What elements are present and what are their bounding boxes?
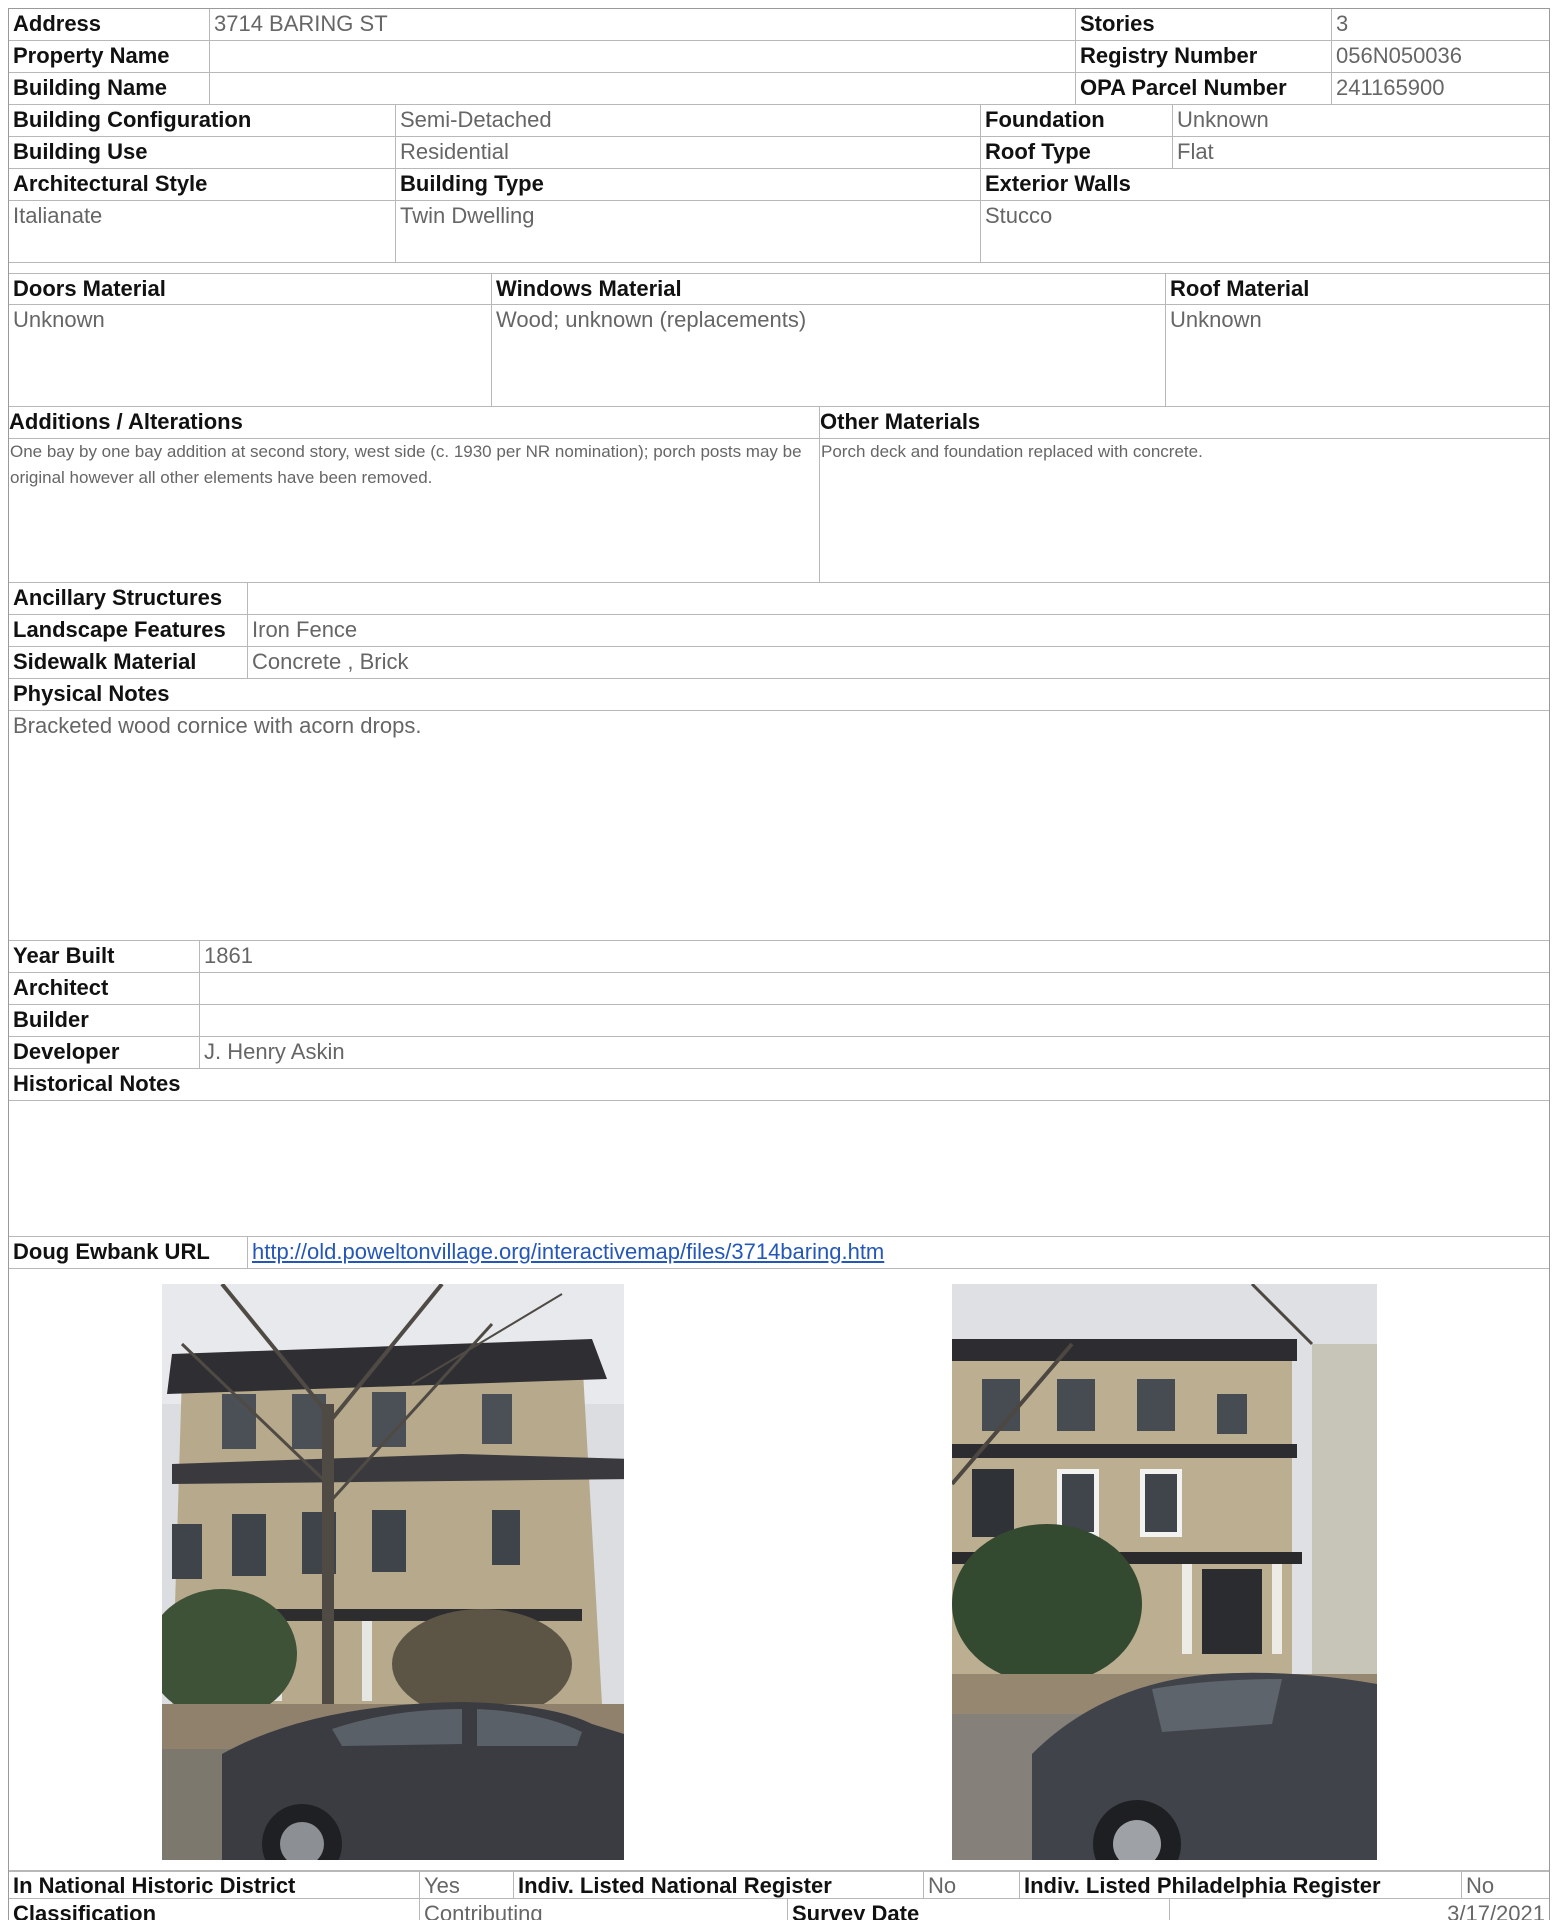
additions-label: Additions / Alterations — [9, 409, 243, 434]
physical-notes-label: Physical Notes — [13, 681, 170, 706]
row-style-labels: Architectural Style Building Type Exteri… — [9, 169, 1549, 201]
sidewalk-material-label: Sidewalk Material — [13, 649, 197, 674]
philadelphia-register-value: No — [1461, 1872, 1549, 1898]
building-name-label: Building Name — [13, 75, 168, 100]
foundation-label: Foundation — [980, 105, 1172, 136]
building-photo-front-right — [952, 1284, 1377, 1860]
roof-type-label: Roof Type — [980, 137, 1172, 168]
building-use-label: Building Use — [13, 139, 148, 164]
windows-material-value: Wood; unknown (replacements) — [491, 305, 1165, 406]
additions-value: One bay by one bay addition at second st… — [10, 442, 802, 487]
row-additions-values: One bay by one bay addition at second st… — [9, 439, 1549, 583]
roof-material-label: Roof Material — [1165, 274, 1549, 304]
historical-notes-value — [9, 1101, 1549, 1236]
row-building-name: Building Name OPA Parcel Number 24116590… — [9, 73, 1549, 105]
stories-label: Stories — [1075, 9, 1331, 40]
row-historical-notes-value — [9, 1101, 1549, 1237]
year-built-label: Year Built — [13, 943, 115, 968]
doors-material-label: Doors Material — [13, 276, 166, 301]
property-name-value — [209, 41, 1075, 72]
row-ewbank-url: Doug Ewbank URL http://old.poweltonvilla… — [9, 1237, 1549, 1269]
opa-parcel-label: OPA Parcel Number — [1075, 73, 1331, 104]
architect-value — [199, 973, 1549, 1004]
roof-type-value: Flat — [1172, 137, 1549, 168]
registry-number-value: 056N050036 — [1331, 41, 1549, 72]
national-district-label: In National Historic District — [13, 1873, 296, 1898]
architectural-style-value: Italianate — [13, 203, 103, 228]
row-developer: Developer J. Henry Askin — [9, 1037, 1549, 1069]
builder-value — [199, 1005, 1549, 1036]
classification-value: Contributing — [419, 1899, 787, 1920]
row-building-configuration: Building Configuration Semi-Detached Fou… — [9, 105, 1549, 137]
row-physical-notes-value: Bracketed wood cornice with acorn drops. — [9, 711, 1549, 941]
building-type-label: Building Type — [395, 169, 980, 200]
row-year-built: Year Built 1861 — [9, 941, 1549, 973]
architect-label: Architect — [13, 975, 109, 1000]
building-configuration-label: Building Configuration — [13, 107, 252, 132]
property-name-label: Property Name — [13, 43, 170, 68]
national-register-value: No — [923, 1872, 1019, 1898]
classification-label: Classification — [13, 1901, 157, 1920]
building-type-value: Twin Dwelling — [395, 201, 980, 262]
roof-material-value: Unknown — [1165, 305, 1549, 406]
row-material-values: Unknown Wood; unknown (replacements) Unk… — [9, 305, 1549, 407]
row-property-name: Property Name Registry Number 056N050036 — [9, 41, 1549, 73]
address-value: 3714 BARING ST — [209, 9, 1075, 40]
windows-material-label: Windows Material — [491, 274, 1165, 304]
row-historical-notes-label: Historical Notes — [9, 1069, 1549, 1101]
row-classification: Classification Contributing Survey Date … — [9, 1899, 1549, 1920]
row-physical-notes-label: Physical Notes — [9, 679, 1549, 711]
row-address: Address 3714 BARING ST Stories 3 — [9, 9, 1549, 41]
row-additions-labels: Additions / Alterations Other Materials — [9, 407, 1549, 439]
philadelphia-register-label: Indiv. Listed Philadelphia Register — [1019, 1872, 1461, 1898]
foundation-value: Unknown — [1172, 105, 1549, 136]
row-architect: Architect — [9, 973, 1549, 1005]
building-use-value: Residential — [395, 137, 980, 168]
building-configuration-value: Semi-Detached — [395, 105, 980, 136]
photos-row — [9, 1269, 1549, 1871]
row-builder: Builder — [9, 1005, 1549, 1037]
registry-number-label: Registry Number — [1075, 41, 1331, 72]
property-survey-form: Address 3714 BARING ST Stories 3 Propert… — [8, 8, 1550, 1920]
survey-date-value: 3/17/2021 — [1169, 1899, 1549, 1920]
row-material-labels: Doors Material Windows Material Roof Mat… — [9, 273, 1549, 305]
developer-value: J. Henry Askin — [199, 1037, 1549, 1068]
other-materials-label: Other Materials — [819, 407, 1549, 438]
builder-label: Builder — [13, 1007, 89, 1032]
row-style-values: Italianate Twin Dwelling Stucco — [9, 201, 1549, 263]
opa-parcel-value: 241165900 — [1331, 73, 1549, 104]
building-photo-2-image — [952, 1284, 1377, 1860]
stories-value: 3 — [1331, 9, 1549, 40]
row-ancillary: Ancillary Structures — [9, 583, 1549, 615]
national-register-label: Indiv. Listed National Register — [513, 1872, 923, 1898]
building-photo-front-left — [162, 1284, 624, 1860]
landscape-features-label: Landscape Features — [13, 617, 226, 642]
ewbank-url-link[interactable]: http://old.poweltonvillage.org/interacti… — [247, 1237, 1549, 1268]
doors-material-value: Unknown — [13, 307, 105, 332]
exterior-walls-label: Exterior Walls — [980, 169, 1549, 200]
row-register-status: In National Historic District Yes Indiv.… — [9, 1871, 1549, 1899]
ancillary-structures-label: Ancillary Structures — [13, 585, 223, 610]
other-materials-value: Porch deck and foundation replaced with … — [819, 439, 1549, 582]
historical-notes-label: Historical Notes — [13, 1071, 181, 1096]
ancillary-structures-value — [247, 583, 1549, 614]
year-built-value: 1861 — [199, 941, 1549, 972]
row-building-use: Building Use Residential Roof Type Flat — [9, 137, 1549, 169]
row-landscape: Landscape Features Iron Fence — [9, 615, 1549, 647]
landscape-features-value: Iron Fence — [247, 615, 1549, 646]
building-name-value — [209, 73, 1075, 104]
developer-label: Developer — [13, 1039, 120, 1064]
national-district-value: Yes — [419, 1872, 513, 1898]
physical-notes-value: Bracketed wood cornice with acorn drops. — [13, 713, 422, 738]
row-sidewalk: Sidewalk Material Concrete , Brick — [9, 647, 1549, 679]
exterior-walls-value: Stucco — [980, 201, 1549, 262]
address-label: Address — [13, 11, 102, 36]
architectural-style-label: Architectural Style — [13, 171, 208, 196]
building-photo-1-image — [162, 1284, 624, 1860]
sidewalk-material-value: Concrete , Brick — [247, 647, 1549, 678]
ewbank-url-label: Doug Ewbank URL — [13, 1239, 210, 1264]
survey-date-label: Survey Date — [787, 1899, 1169, 1920]
